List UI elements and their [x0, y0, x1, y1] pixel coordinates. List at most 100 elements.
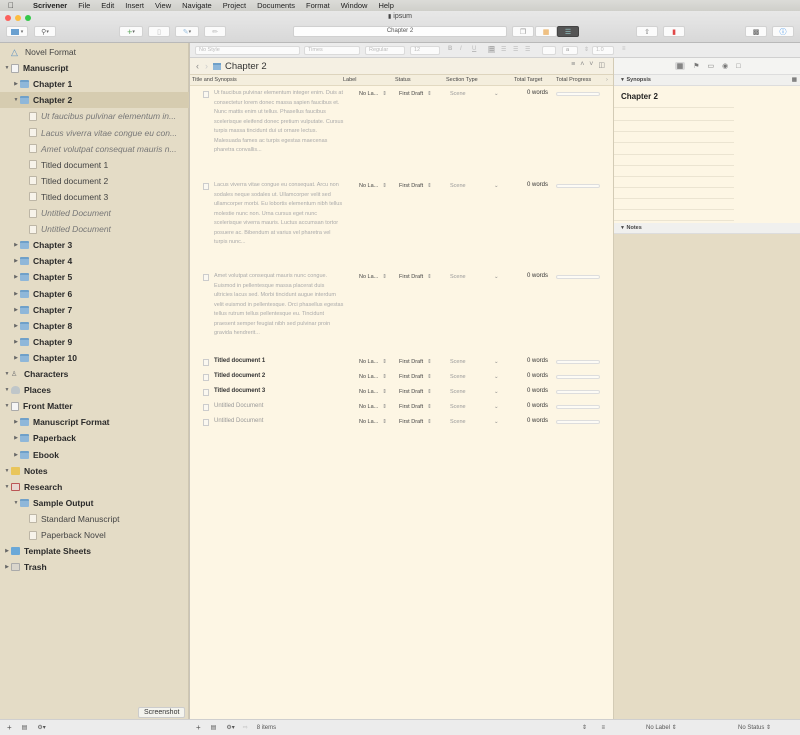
synopsis-title[interactable]: Chapter 2 [621, 92, 658, 101]
binder-item[interactable]: ▶ Chapter 8 [0, 318, 189, 334]
status-select[interactable]: First Draft ⇕ [399, 359, 432, 365]
disclosure-expanded-icon[interactable]: ▼ [12, 97, 20, 103]
binder-item[interactable]: ▶ Chapter 3 [0, 237, 189, 253]
justify-icon[interactable]: ☰ [525, 46, 530, 53]
notes-tab-icon[interactable]: ▦ [674, 62, 686, 70]
row-title[interactable]: Titled document 3 [214, 387, 344, 397]
section-type-select[interactable]: Scene [450, 389, 466, 395]
disclosure-collapsed-icon[interactable]: ▶ [12, 452, 20, 458]
status-select[interactable]: First Draft ⇕ [399, 274, 432, 280]
disclosure-expanded-icon[interactable]: ▼ [3, 484, 11, 490]
disclosure-collapsed-icon[interactable]: ▶ [3, 564, 11, 570]
next-icon[interactable]: ˅ [589, 61, 593, 69]
label-select[interactable]: No Label ⇕ [646, 724, 677, 731]
notes-section-header[interactable]: ▼ Notes [614, 223, 800, 234]
align-right-icon[interactable]: ☰ [513, 46, 518, 53]
binder-item[interactable]: ▶ Chapter 10 [0, 350, 189, 366]
forward-arrow-icon[interactable]: › [205, 61, 208, 71]
share-button[interactable]: ⇧ [636, 26, 658, 37]
align-left-icon[interactable]: ☰ [488, 46, 496, 53]
disclosure-expanded-icon[interactable]: ▼ [3, 65, 11, 71]
disclosure-collapsed-icon[interactable]: ▶ [12, 339, 20, 345]
bookmark-button[interactable]: ▮ [663, 26, 685, 37]
chevron-down-icon[interactable]: ⌄ [494, 374, 499, 380]
outliner-row[interactable]: Untitled Document No La... ⇕ First Draft ⇕ Sc… [190, 416, 613, 430]
binder-item[interactable]: ▼ ♙ Characters [0, 366, 189, 382]
line-spacing-select[interactable]: 1.0 [592, 46, 614, 55]
list-icon[interactable]: ≡ [622, 46, 626, 52]
disclosure-expanded-icon[interactable]: ▼ [3, 468, 11, 474]
label-select[interactable]: No La... ⇕ [359, 404, 387, 410]
outline-options-icon[interactable]: ≡ [601, 725, 605, 731]
status-select[interactable]: First Draft ⇕ [399, 404, 432, 410]
menu-scrivener[interactable]: Scrivener [33, 1, 67, 10]
binder-item[interactable]: ▼ Places [0, 382, 189, 398]
disclosure-collapsed-icon[interactable]: ▶ [12, 435, 20, 441]
label-select[interactable]: No La... ⇕ [359, 374, 387, 380]
gear-icon[interactable]: ⚙▾ [226, 724, 234, 731]
outliner-row[interactable]: Ut faucibus pulvinar elementum integer e… [190, 88, 613, 178]
outliner-mode-button[interactable]: ☰ [557, 26, 579, 37]
comments-tab-icon[interactable]: □ [736, 63, 740, 70]
font-size-select[interactable]: 12 [410, 46, 440, 55]
chevron-down-icon[interactable]: ⌄ [494, 274, 499, 280]
snapshots-tab-icon[interactable]: ◉ [722, 62, 728, 70]
row-title[interactable]: Titled document 2 [214, 372, 344, 382]
apple-menu-icon[interactable]:  [0, 1, 22, 10]
binder-item[interactable]: △ Novel Format [0, 44, 189, 60]
column-title-synopsis[interactable]: Title and Synopsis [192, 77, 237, 83]
binder-item[interactable]: ▼ Sample Output [0, 495, 189, 511]
scrivenings-mode-button[interactable]: ❐ [512, 26, 534, 37]
status-select[interactable]: First Draft ⇕ [399, 374, 432, 380]
row-synopsis[interactable]: Amet volutpat consequat mauris nunc cong… [214, 272, 344, 339]
label-select[interactable]: No La... ⇕ [359, 419, 387, 425]
add-folder-icon[interactable]: ▤ [22, 724, 28, 731]
section-type-select[interactable]: Scene [450, 419, 466, 425]
style-select[interactable]: No Style [195, 46, 300, 55]
disclosure-expanded-icon[interactable]: ▼ [3, 387, 11, 393]
gear-icon[interactable]: ⚙▾ [37, 724, 45, 731]
status-select[interactable]: First Draft ⇕ [399, 389, 432, 395]
label-select[interactable]: No La... ⇕ [359, 183, 387, 189]
menu-format[interactable]: Format [306, 1, 330, 10]
quick-search-button[interactable]: ⚲ ▾ [34, 26, 56, 37]
bookmarks-tab-icon[interactable]: ⚑ [693, 62, 699, 70]
status-select[interactable]: No Status ⇕ [738, 724, 771, 731]
disclosure-expanded-icon[interactable]: ▼ [3, 403, 11, 409]
section-type-select[interactable]: Scene [450, 274, 466, 280]
label-select[interactable]: No La... ⇕ [359, 359, 387, 365]
section-type-select[interactable]: Scene [450, 374, 466, 380]
chevron-down-icon[interactable]: ⌄ [494, 389, 499, 395]
binder-item[interactable]: ▶ Chapter 4 [0, 253, 189, 269]
section-type-select[interactable]: Scene [450, 359, 466, 365]
disclosure-collapsed-icon[interactable]: ▶ [12, 291, 20, 297]
disclosure-collapsed-icon[interactable]: ▶ [12, 307, 20, 313]
back-arrow-icon[interactable]: ‹ [196, 61, 199, 71]
row-title[interactable]: Untitled Document [214, 402, 344, 412]
label-select[interactable]: No La... ⇕ [359, 274, 387, 280]
menu-navigate[interactable]: Navigate [182, 1, 212, 10]
binder-item[interactable]: ▶ Paperback [0, 430, 189, 446]
status-select[interactable]: First Draft ⇕ [399, 183, 432, 189]
highlight-button[interactable]: a [562, 46, 578, 55]
column-total-progress[interactable]: Total Progress [556, 77, 591, 83]
chevron-down-icon[interactable]: ⌄ [494, 419, 499, 425]
binder-item[interactable]: ▶ Chapter 1 [0, 76, 189, 92]
binder-item[interactable]: ▶ Chapter 6 [0, 286, 189, 302]
label-select[interactable]: No La... ⇕ [359, 389, 387, 395]
font-weight-select[interactable]: Regular [365, 46, 405, 55]
text-size-icon[interactable]: ⇕ [582, 724, 587, 731]
label-button[interactable]: ✎ ▾ [175, 26, 199, 37]
section-type-select[interactable]: Scene [450, 91, 466, 97]
disclosure-collapsed-icon[interactable]: ▶ [12, 419, 20, 425]
binder-item[interactable]: ▶ Chapter 9 [0, 334, 189, 350]
chevron-down-icon[interactable]: ⌄ [494, 359, 499, 365]
binder-item[interactable]: ▶ Template Sheets [0, 543, 189, 559]
binder-item[interactable]: Standard Manuscript [0, 511, 189, 527]
menu-help[interactable]: Help [378, 1, 393, 10]
menu-documents[interactable]: Documents [257, 1, 295, 10]
disclosure-collapsed-icon[interactable]: ▶ [12, 274, 20, 280]
menu-file[interactable]: File [78, 1, 90, 10]
trash-button[interactable]: ▯ [148, 26, 170, 37]
add-item-icon[interactable]: + [7, 723, 12, 732]
